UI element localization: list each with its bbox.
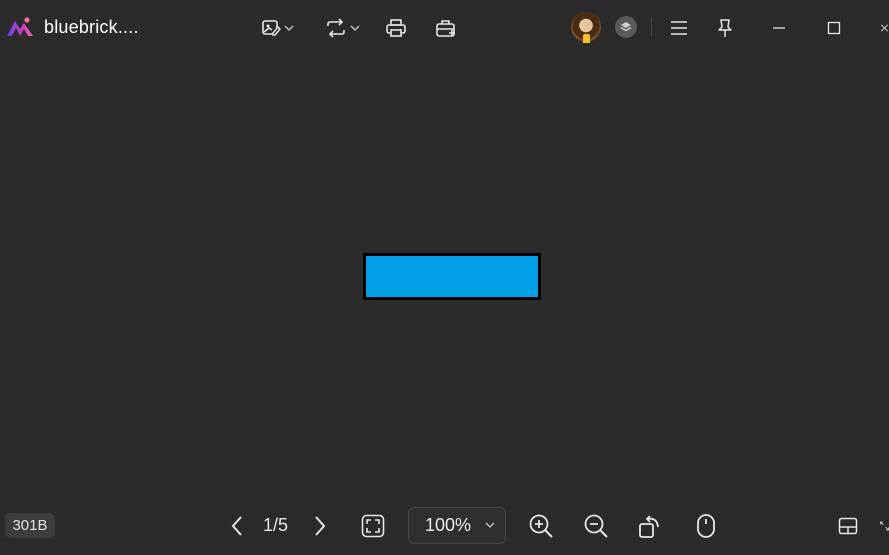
minimize-icon	[773, 27, 785, 29]
toolbox-button[interactable]	[434, 14, 458, 42]
convert-button[interactable]	[323, 14, 361, 42]
chevron-down-icon	[485, 522, 495, 529]
previous-page-button[interactable]	[227, 511, 247, 541]
zoom-out-icon	[584, 514, 608, 538]
next-page-button[interactable]	[310, 511, 330, 541]
menu-icon	[671, 21, 687, 35]
extension-icon	[620, 22, 632, 32]
chevron-down-icon	[349, 25, 360, 32]
menu-button[interactable]	[669, 14, 689, 42]
chevron-down-icon	[283, 25, 294, 32]
chevron-left-icon	[231, 516, 242, 536]
window-title: bluebrick....	[44, 17, 139, 37]
maximize-button[interactable]	[826, 14, 842, 42]
zoom-in-button[interactable]	[528, 511, 554, 541]
zoom-value: 100%	[425, 515, 472, 535]
document-shape	[363, 253, 541, 300]
app-logo-icon	[7, 17, 33, 36]
maximize-icon	[827, 21, 841, 35]
avatar-badge	[583, 34, 590, 43]
rotate-button[interactable]	[638, 511, 664, 541]
pin-button[interactable]	[715, 14, 735, 42]
close-button[interactable]	[880, 14, 889, 42]
close-icon	[880, 24, 889, 32]
layout-icon	[838, 517, 858, 535]
toolbox-icon	[436, 20, 455, 37]
extension-button[interactable]	[615, 16, 637, 38]
convert-icon	[326, 18, 345, 38]
zoom-out-button[interactable]	[583, 511, 609, 541]
fit-to-screen-button[interactable]	[360, 511, 386, 541]
zoom-in-icon	[529, 514, 553, 538]
rotate-icon	[639, 515, 659, 538]
mouse-icon	[697, 514, 715, 538]
print-button[interactable]	[384, 14, 408, 42]
edit-image-button[interactable]	[258, 14, 296, 42]
chevron-right-icon	[315, 516, 326, 536]
fit-screen-icon	[361, 514, 385, 538]
pin-icon	[718, 19, 732, 37]
mouse-mode-button[interactable]	[695, 511, 717, 541]
file-size-badge: 301B	[5, 513, 55, 538]
titlebar-separator	[651, 18, 652, 36]
print-icon	[386, 19, 406, 37]
zoom-select[interactable]: 100%	[408, 507, 506, 544]
page-indicator: 1/5	[263, 515, 289, 535]
layout-button[interactable]	[837, 511, 859, 541]
fullscreen-button[interactable]	[880, 511, 889, 541]
minimize-button[interactable]	[770, 14, 788, 42]
fullscreen-icon	[880, 521, 889, 531]
title-bar: bluebrick....	[0, 0, 889, 56]
edit-image-icon	[261, 20, 281, 36]
